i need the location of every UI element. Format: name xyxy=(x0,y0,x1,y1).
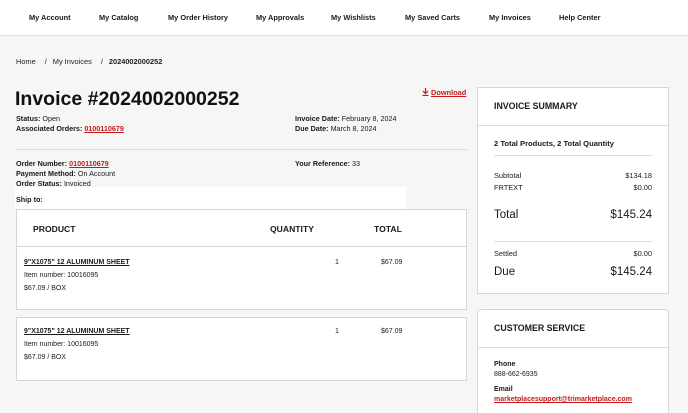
breadcrumb-current: 2024002000252 xyxy=(108,57,163,66)
reference-row: Your Reference: 33 xyxy=(295,159,360,168)
phone-label: Phone xyxy=(494,361,516,368)
settled-row: Settled $0.00 xyxy=(494,249,652,258)
reference-value: 33 xyxy=(352,159,360,168)
subtotal-value: $134.18 xyxy=(625,171,652,180)
product-name-link[interactable]: 9"X1075" 12 ALUMINUM SHEET xyxy=(24,259,130,266)
phone-value: 888-662-6935 xyxy=(494,371,538,378)
due-value: $145.24 xyxy=(610,266,652,278)
nav-my-order-history[interactable]: My Order History xyxy=(168,13,228,22)
item-number: Item number: 10016095 xyxy=(24,272,99,279)
divider xyxy=(478,347,668,348)
order-number-row: Order Number: 0100110679 xyxy=(16,159,109,168)
status-value: Open xyxy=(42,114,60,123)
frtext-row: FRTEXT $0.00 xyxy=(494,183,652,192)
column-product: PRODUCT xyxy=(33,224,76,234)
summary-counts: 2 Total Products, 2 Total Quantity xyxy=(494,139,614,148)
breadcrumb-separator: / xyxy=(44,57,47,66)
product-name-link[interactable]: 9"X1075" 12 ALUMINUM SHEET xyxy=(24,328,130,335)
invoice-summary-card: INVOICE SUMMARY 2 Total Products, 2 Tota… xyxy=(477,87,669,294)
due-date-label: Due Date: xyxy=(295,124,329,133)
order-number-link[interactable]: 0100110679 xyxy=(69,159,109,168)
divider xyxy=(16,149,467,150)
total-value: $145.24 xyxy=(610,209,652,221)
table-header: PRODUCT QUANTITY TOTAL xyxy=(16,209,467,247)
table-row: 9"X1075" 12 ALUMINUM SHEET Item number: … xyxy=(16,317,467,381)
payment-method-label: Payment Method: xyxy=(16,169,76,178)
nav-my-invoices[interactable]: My Invoices xyxy=(489,13,531,22)
unit-price: $67.09 / BOX xyxy=(24,354,67,361)
nav-help-center[interactable]: Help Center xyxy=(559,13,600,22)
item-number: Item number: 10016095 xyxy=(24,341,99,348)
ship-to-label: Ship to: xyxy=(16,195,43,204)
customer-service-title: CUSTOMER SERVICE xyxy=(494,323,586,333)
nav-my-catalog[interactable]: My Catalog xyxy=(99,13,138,22)
settled-label: Settled xyxy=(494,249,518,258)
order-number-label: Order Number: xyxy=(16,159,68,168)
email-label: Email xyxy=(494,386,513,393)
download-label: Download xyxy=(431,88,467,97)
breadcrumb: Home / My Invoices / 2024002000252 xyxy=(16,57,165,66)
line-total: $67.09 xyxy=(381,259,403,266)
subtotal-row: Subtotal $134.18 xyxy=(494,171,652,180)
page-title: Invoice #2024002000252 xyxy=(15,88,240,110)
invoice-date-row: Invoice Date: February 8, 2024 xyxy=(295,114,397,123)
due-date-row: Due Date: March 8, 2024 xyxy=(295,124,377,133)
status-label: Status: xyxy=(16,114,41,123)
total-row: Total $145.24 xyxy=(494,209,652,221)
ship-to-block xyxy=(15,187,406,210)
download-link[interactable]: Download xyxy=(422,88,466,97)
nav-my-saved-carts[interactable]: My Saved Carts xyxy=(405,13,460,22)
associated-orders-row: Associated Orders: 0100110679 xyxy=(16,124,124,133)
due-label: Due xyxy=(494,266,516,278)
line-total: $67.09 xyxy=(381,328,403,335)
divider xyxy=(494,155,652,156)
associated-orders-label: Associated Orders: xyxy=(16,124,83,133)
frtext-value: $0.00 xyxy=(633,183,653,192)
breadcrumb-invoices[interactable]: My Invoices xyxy=(53,57,92,66)
invoice-summary-title: INVOICE SUMMARY xyxy=(494,101,578,111)
column-quantity: QUANTITY xyxy=(270,224,314,234)
unit-price: $67.09 / BOX xyxy=(24,285,67,292)
status-row: Status: Open xyxy=(16,114,60,123)
breadcrumb-separator: / xyxy=(100,57,103,66)
ship-to-row: Ship to: xyxy=(16,195,43,204)
payment-method-value: On Account xyxy=(77,169,116,178)
table-row: 9"X1075" 12 ALUMINUM SHEET Item number: … xyxy=(16,246,467,310)
total-label: Total xyxy=(494,209,519,221)
reference-label: Your Reference: xyxy=(295,159,350,168)
payment-method-row: Payment Method: On Account xyxy=(16,169,115,178)
email-link[interactable]: marketplacesupport@trimarketplace.com xyxy=(494,396,632,403)
breadcrumb-home[interactable]: Home xyxy=(16,57,36,66)
subtotal-label: Subtotal xyxy=(494,171,522,180)
download-icon xyxy=(422,88,429,97)
quantity-value: 1 xyxy=(335,259,339,266)
customer-service-card: CUSTOMER SERVICE Phone 888-662-6935 Emai… xyxy=(477,309,669,413)
quantity-value: 1 xyxy=(335,328,339,335)
invoice-date-value: February 8, 2024 xyxy=(341,114,397,123)
nav-my-account[interactable]: My Account xyxy=(29,13,71,22)
column-total: TOTAL xyxy=(374,224,402,234)
nav-my-approvals[interactable]: My Approvals xyxy=(256,13,304,22)
due-date-value: March 8, 2024 xyxy=(330,124,377,133)
associated-order-link[interactable]: 0100110679 xyxy=(84,124,124,133)
divider xyxy=(494,241,652,242)
settled-value: $0.00 xyxy=(633,249,653,258)
divider xyxy=(478,125,668,126)
frtext-label: FRTEXT xyxy=(494,183,523,192)
top-nav: My Account My Catalog My Order History M… xyxy=(0,0,688,36)
nav-my-wishlists[interactable]: My Wishlists xyxy=(331,13,376,22)
due-row: Due $145.24 xyxy=(494,266,652,278)
invoice-date-label: Invoice Date: xyxy=(295,114,340,123)
